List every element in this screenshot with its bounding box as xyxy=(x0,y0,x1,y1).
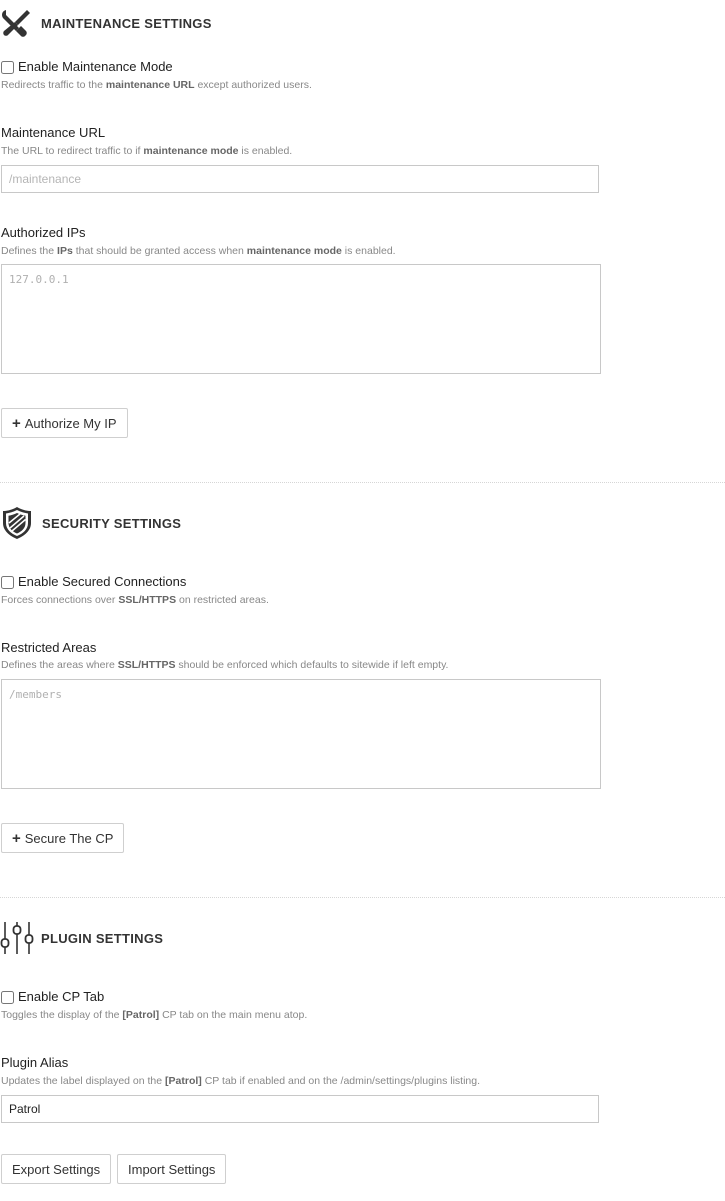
maintenance-url-label: Maintenance URL xyxy=(1,125,106,140)
maintenance-enable-hint: Redirects traffic to the maintenance URL… xyxy=(1,79,312,91)
security-section-header: SECURITY SETTINGS xyxy=(0,506,181,540)
restricted-areas-textarea[interactable] xyxy=(1,679,601,789)
restricted-areas-hint: Defines the areas where SSL/HTTPS should… xyxy=(1,659,449,671)
enable-cp-tab-hint: Toggles the display of the [Patrol] CP t… xyxy=(1,1009,308,1021)
section-divider xyxy=(0,897,725,898)
export-settings-label: Export Settings xyxy=(12,1161,101,1177)
authorize-my-ip-label: Authorize My IP xyxy=(24,415,117,431)
plus-icon: + xyxy=(12,829,21,847)
plugin-section-header: PLUGIN SETTINGS xyxy=(0,921,163,955)
plugin-title: PLUGIN SETTINGS xyxy=(41,930,164,946)
authorize-my-ip-button[interactable]: + Authorize My IP xyxy=(1,408,128,438)
import-settings-label: Import Settings xyxy=(128,1161,216,1177)
security-enable-row[interactable]: Enable Secured Connections xyxy=(0,574,186,590)
security-enable-hint: Forces connections over SSL/HTTPS on res… xyxy=(1,594,269,606)
plugin-alias-label: Plugin Alias xyxy=(1,1055,69,1070)
plugin-alias-hint: Updates the label displayed on the [Patr… xyxy=(1,1075,481,1087)
enable-cp-tab-label: Enable CP Tab xyxy=(18,989,105,1004)
shield-icon xyxy=(0,506,36,540)
secure-the-cp-label: Secure The CP xyxy=(24,830,114,846)
tools-icon xyxy=(0,8,34,38)
import-settings-button[interactable]: Import Settings xyxy=(117,1154,227,1184)
export-settings-button[interactable]: Export Settings xyxy=(1,1154,112,1184)
plugin-enable-row[interactable]: Enable CP Tab xyxy=(0,989,104,1005)
section-divider xyxy=(0,482,725,483)
maintenance-title: MAINTENANCE SETTINGS xyxy=(41,15,212,31)
maintenance-enable-checkbox[interactable] xyxy=(1,60,14,74)
security-enable-checkbox[interactable] xyxy=(1,575,14,589)
authorized-ips-textarea[interactable] xyxy=(1,264,601,374)
maintenance-enable-label: Enable Maintenance Mode xyxy=(18,59,173,74)
maintenance-section-header: MAINTENANCE SETTINGS xyxy=(0,8,212,38)
security-title: SECURITY SETTINGS xyxy=(42,515,182,531)
authorized-ips-label: Authorized IPs xyxy=(1,225,86,240)
plus-icon: + xyxy=(12,414,21,432)
security-enable-label: Enable Secured Connections xyxy=(18,574,187,589)
maintenance-url-input[interactable] xyxy=(1,165,599,193)
maintenance-url-hint: The URL to redirect traffic to if mainte… xyxy=(1,145,293,157)
restricted-areas-label: Restricted Areas xyxy=(1,640,97,655)
authorized-ips-hint: Defines the IPs that should be granted a… xyxy=(1,245,396,257)
maintenance-enable-row[interactable]: Enable Maintenance Mode xyxy=(0,59,173,75)
sliders-icon xyxy=(0,921,34,955)
plugin-alias-input[interactable] xyxy=(1,1095,599,1123)
secure-the-cp-button[interactable]: + Secure The CP xyxy=(1,823,125,853)
enable-cp-tab-checkbox[interactable] xyxy=(1,990,14,1004)
